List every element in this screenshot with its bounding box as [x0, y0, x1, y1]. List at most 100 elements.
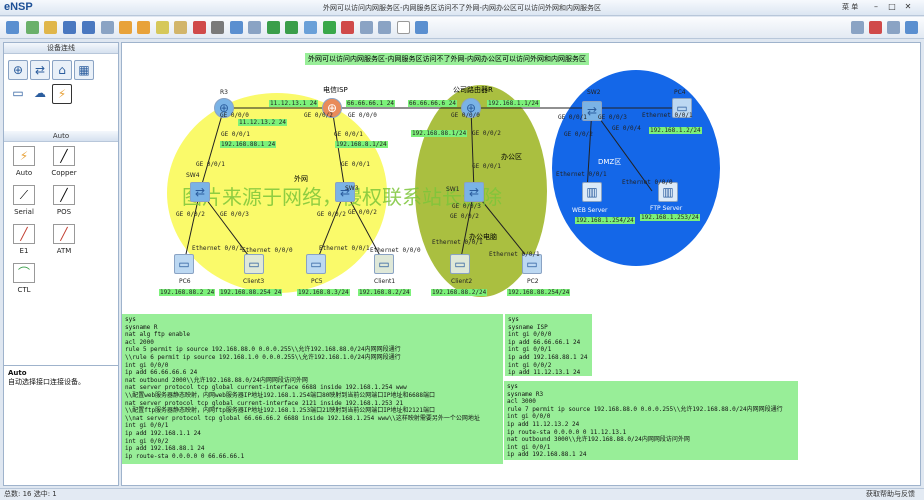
- port-label: GE 0/0/2: [450, 213, 479, 220]
- port-label: GE 0/0/4: [612, 125, 641, 132]
- device-panel: 设备连线 ⊕ ⇄ ⌂ ▦ ▭ ☁ ⚡ Auto ⚡ Auto ╱ Copper ⟋ Ser…: [3, 42, 119, 486]
- e1-cable-icon[interactable]: ╱: [13, 224, 35, 244]
- port-label: GE 0/0/0: [348, 112, 377, 119]
- close-icon[interactable]: ✕: [902, 2, 914, 13]
- grid-icon[interactable]: [378, 21, 391, 34]
- cloud-category-icon[interactable]: ☁: [30, 84, 50, 104]
- help-feedback-link[interactable]: 获取帮助与反馈: [866, 489, 915, 500]
- pc6-label: PC6: [179, 278, 191, 285]
- web-server-icon[interactable]: ▥: [582, 182, 602, 202]
- cable-label: POS: [56, 208, 72, 216]
- router-category-icon[interactable]: ⊕: [8, 60, 28, 80]
- capture-icon[interactable]: [360, 21, 373, 34]
- stop-all-icon[interactable]: [341, 21, 354, 34]
- new-example-icon[interactable]: [26, 21, 39, 34]
- ip-label: 11.12.13.2 24: [238, 119, 287, 126]
- chat-icon[interactable]: [851, 21, 864, 34]
- port-label: Ethernet 0/0/0: [622, 179, 673, 186]
- port-label: GE 0/0/2: [317, 211, 346, 218]
- maximize-icon[interactable]: □: [886, 2, 898, 13]
- topology-icon[interactable]: [397, 21, 410, 34]
- status-count: 总数: 16 选中: 1: [4, 490, 57, 498]
- cli-icon[interactable]: [415, 21, 428, 34]
- select-icon[interactable]: [156, 21, 169, 34]
- router-r-config: sys sysname R nat alg ftp enable acl 200…: [122, 314, 503, 464]
- ip-label: 66.66.66.6 24: [408, 100, 457, 107]
- copper-cable-icon[interactable]: ╱: [53, 146, 75, 166]
- home-icon[interactable]: [869, 21, 882, 34]
- settings-icon[interactable]: [887, 21, 900, 34]
- port-label: Ethernet 0/0/1: [192, 245, 243, 252]
- atm-cable-icon[interactable]: ╱: [53, 224, 75, 244]
- port-label: Ethernet 0/0/0: [370, 247, 421, 254]
- fit-icon[interactable]: [304, 21, 317, 34]
- move-icon[interactable]: [174, 21, 187, 34]
- ctl-cable-icon[interactable]: ⌒: [13, 263, 35, 283]
- pc6-icon[interactable]: ▭: [174, 254, 194, 274]
- undo-icon[interactable]: [119, 21, 132, 34]
- dmz-zone: [552, 70, 720, 266]
- port-label: Ethernet 0/0/1: [319, 245, 370, 252]
- minimize-icon[interactable]: –: [870, 2, 882, 13]
- print-icon[interactable]: [101, 21, 114, 34]
- pc5-icon[interactable]: ▭: [306, 254, 326, 274]
- client1-icon[interactable]: ▭: [374, 254, 394, 274]
- switch-sw1-icon[interactable]: ⇄: [464, 182, 484, 202]
- switch-sw4-icon[interactable]: ⇄: [190, 182, 210, 202]
- save-icon[interactable]: [63, 21, 76, 34]
- redo-icon[interactable]: [137, 21, 150, 34]
- description-text: 自动选择接口连接设备。: [8, 378, 85, 386]
- ip-label: 192.168.88.2 24: [159, 289, 216, 296]
- ip-label: 192.168.88.1/24: [411, 130, 468, 137]
- port-label: GE 0/0/0: [451, 112, 480, 119]
- app-logo: eNSP: [4, 1, 33, 13]
- serial-cable-icon[interactable]: ⟋: [13, 185, 35, 205]
- ip-label: 192.168.1.2/24: [649, 127, 702, 134]
- ip-label: 192.168.1.1/24: [487, 100, 540, 107]
- ip-label: 11.12.13.1 24: [269, 100, 318, 107]
- menu-button[interactable]: 菜 单: [842, 2, 858, 12]
- zoom-in-icon[interactable]: [267, 21, 280, 34]
- start-all-icon[interactable]: [323, 21, 336, 34]
- delete-link-icon[interactable]: [211, 21, 224, 34]
- port-label: GE 0/0/1: [334, 131, 363, 138]
- pos-cable-icon[interactable]: ╱: [53, 185, 75, 205]
- dmz-zone-label: DMZ区: [598, 158, 622, 166]
- wlan-category-icon[interactable]: ⌂: [52, 60, 72, 80]
- port-label: GE 0/0/3: [598, 114, 627, 121]
- zoom-out-icon[interactable]: [285, 21, 298, 34]
- save-as-icon[interactable]: [82, 21, 95, 34]
- delete-icon[interactable]: [193, 21, 206, 34]
- cable-label: ATM: [56, 247, 72, 255]
- ip-label: 192.168.8.3/24: [297, 289, 350, 296]
- title-bar: eNSP 外网可以访问内网服务区-内网服务区访问不了外网-内网办公区可以访问外网…: [0, 0, 924, 16]
- switch-sw2-label: SW2: [587, 89, 601, 96]
- description-box: Auto 自动选择接口连接设备。: [4, 365, 118, 485]
- client3-icon[interactable]: ▭: [244, 254, 264, 274]
- text-icon[interactable]: [230, 21, 243, 34]
- ip-label: 192.168.8.2/24: [358, 289, 411, 296]
- auto-cable-icon[interactable]: ⚡: [13, 146, 35, 166]
- help-icon[interactable]: [905, 21, 918, 34]
- palette-icon[interactable]: [248, 21, 261, 34]
- status-bar: 总数: 16 选中: 1 获取帮助与反馈: [0, 488, 924, 500]
- client2-icon[interactable]: ▭: [450, 254, 470, 274]
- isp-label: 电信ISP: [323, 86, 348, 94]
- cable-label: Auto: [15, 169, 33, 177]
- port-label: GE 0/0/2: [176, 211, 205, 218]
- topology-canvas[interactable]: 外网可以访问内网服务区-内网服务区访问不了外网-内网办公区可以访问外网和内网服务…: [121, 42, 921, 486]
- client1-label: Client1: [374, 278, 396, 285]
- isp-config: sys sysname ISP int gi 0/0/0 ip add 66.6…: [505, 314, 592, 376]
- port-label: GE 0/0/1: [221, 131, 250, 138]
- cable-label: CTL: [17, 286, 31, 294]
- cable-label: E1: [19, 247, 29, 255]
- pc-category-icon[interactable]: ▭: [8, 84, 28, 104]
- new-topology-icon[interactable]: [6, 21, 19, 34]
- panel-title: 设备连线: [4, 43, 118, 54]
- window-title: 外网可以访问内网服务区-内网服务区访问不了外网-内网办公区可以访问外网和内网服务…: [322, 4, 602, 12]
- switch-category-icon[interactable]: ⇄: [30, 60, 50, 80]
- firewall-category-icon[interactable]: ▦: [74, 60, 94, 80]
- ftp-server-label: FTP Server: [650, 205, 683, 212]
- cable-category-icon[interactable]: ⚡: [52, 84, 72, 104]
- open-icon[interactable]: [44, 21, 57, 34]
